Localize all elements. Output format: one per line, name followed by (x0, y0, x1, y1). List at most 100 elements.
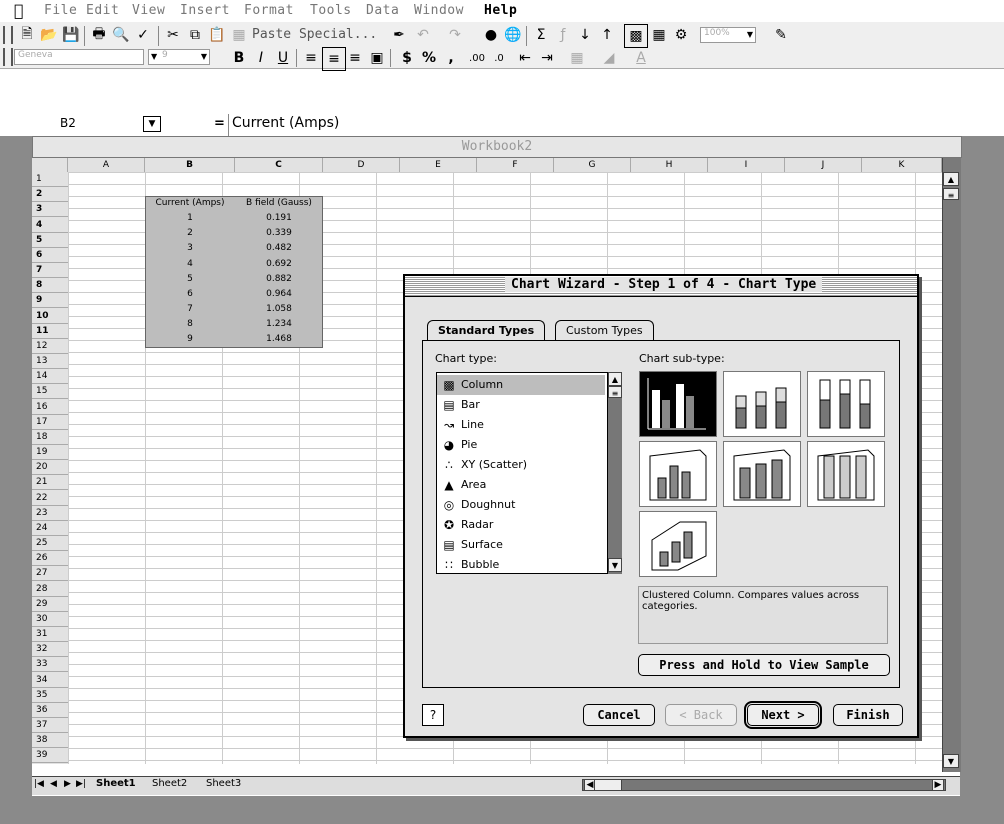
help-button[interactable]: ? (422, 704, 444, 726)
print-icon[interactable]: 🖶 (88, 24, 110, 46)
new-document-icon[interactable]: 🗎 (16, 24, 38, 46)
toolbar-grip[interactable] (3, 48, 13, 66)
font-select[interactable]: Geneva (14, 49, 144, 65)
row-header[interactable]: 33 (32, 657, 68, 673)
finish-button[interactable]: Finish (833, 704, 903, 726)
spelling-check-icon[interactable]: ✓ (132, 24, 154, 46)
menu-view[interactable]: View (132, 3, 165, 18)
sheet-tab-sheet1[interactable]: Sheet1 (96, 778, 136, 789)
sheet-tab-sheet2[interactable]: Sheet2 (152, 778, 187, 789)
chart-type-area[interactable]: ▲ Area (437, 475, 605, 495)
row-header[interactable]: 25 (32, 536, 68, 552)
column-header[interactable]: I (708, 158, 785, 172)
map-icon[interactable]: ⚙ (670, 24, 692, 46)
row-header[interactable]: 13 (32, 354, 68, 370)
row-header[interactable]: 21 (32, 475, 68, 491)
menu-window[interactable]: Window (414, 3, 464, 18)
row-header[interactable]: 19 (32, 445, 68, 461)
align-left-icon[interactable]: ≡ (300, 47, 322, 69)
zoom-select[interactable]: 100% ▼ (700, 27, 756, 43)
first-sheet-icon[interactable]: |◀ (34, 779, 44, 789)
row-header[interactable]: 36 (32, 703, 68, 718)
borders-icon[interactable]: ▦ (566, 47, 588, 69)
chart-type-line[interactable]: ↝ Line (437, 415, 605, 435)
dialog-title-bar[interactable]: Chart Wizard - Step 1 of 4 - Chart Type (405, 276, 917, 297)
subtype-3d-column[interactable] (639, 511, 717, 577)
cell-bfield[interactable]: 1.468 (235, 333, 323, 345)
align-center-icon[interactable]: ≡ (322, 47, 346, 71)
horizontal-scroll-thumb[interactable] (594, 779, 622, 791)
row-header[interactable]: 24 (32, 521, 68, 536)
cell-current[interactable]: 6 (145, 288, 235, 300)
drawing-icon[interactable]: ▦ (648, 24, 670, 46)
chart-type-scatter[interactable]: ∴ XY (Scatter) (437, 455, 605, 475)
toolbar-grip[interactable] (3, 26, 13, 44)
paste-function-icon[interactable]: ƒ (552, 24, 574, 46)
chart-type-column[interactable]: ▩ Column (437, 375, 605, 395)
subtype-clustered-column[interactable] (639, 371, 717, 437)
column-header[interactable]: D (323, 158, 400, 172)
cell-b2[interactable]: Current (Amps) (145, 197, 235, 209)
cell-bfield[interactable]: 0.964 (235, 288, 323, 300)
chart-type-bubble[interactable]: ∷ Bubble (437, 555, 605, 575)
row-header[interactable]: 17 (32, 415, 68, 430)
currency-icon[interactable]: $ (396, 47, 418, 69)
autosum-sigma-icon[interactable]: Σ (530, 24, 552, 46)
chart-type-list-scrollbar[interactable]: ▲ ≡ ▼ (607, 372, 622, 574)
cell-current[interactable]: 7 (145, 303, 235, 315)
menu-data[interactable]: Data (366, 3, 399, 18)
percent-icon[interactable]: % (418, 47, 440, 69)
row-header[interactable]: 31 (32, 627, 68, 643)
scroll-thumb[interactable]: ≡ (943, 188, 959, 200)
align-right-icon[interactable]: ≡ (344, 47, 366, 69)
row-header[interactable]: 11 (32, 324, 68, 339)
row-header[interactable]: 26 (32, 551, 68, 567)
row-header[interactable]: 5 (32, 233, 68, 248)
chart-type-surface[interactable]: ▤ Surface (437, 535, 605, 555)
chart-wizard-icon[interactable]: ▩ (624, 24, 648, 48)
column-header[interactable]: C (235, 158, 323, 172)
menu-edit[interactable]: Edit (86, 3, 119, 18)
prev-sheet-icon[interactable]: ◀ (50, 779, 57, 789)
cell-current[interactable]: 9 (145, 333, 235, 345)
office-assistant-icon[interactable]: ✎ (770, 24, 792, 46)
cell-bfield[interactable]: 0.882 (235, 273, 323, 285)
chart-type-radar[interactable]: ✪ Radar (437, 515, 605, 535)
next-sheet-icon[interactable]: ▶ (64, 779, 71, 789)
scroll-thumb[interactable]: ≡ (608, 386, 622, 398)
scroll-up-icon[interactable]: ▲ (943, 172, 959, 186)
row-header[interactable]: 15 (32, 384, 68, 400)
open-folder-icon[interactable]: 📂 (38, 24, 60, 46)
row-header[interactable]: 6 (32, 248, 68, 263)
cell-bfield[interactable]: 1.058 (235, 303, 323, 315)
row-header[interactable]: 39 (32, 748, 68, 764)
scroll-down-icon[interactable]: ▼ (943, 754, 959, 768)
sort-ascending-icon[interactable]: ↓ (574, 24, 596, 46)
next-button[interactable]: Next > (744, 701, 822, 729)
row-header[interactable]: 28 (32, 582, 68, 597)
cancel-button[interactable]: Cancel (583, 704, 655, 726)
horizontal-scrollbar[interactable] (582, 779, 946, 791)
chart-type-pie[interactable]: ◕ Pie (437, 435, 605, 455)
row-header[interactable]: 29 (32, 597, 68, 612)
cell-bfield[interactable]: 0.191 (235, 212, 323, 224)
select-all-corner[interactable] (32, 158, 68, 172)
merge-center-icon[interactable]: ▣ (366, 47, 388, 69)
menu-format[interactable]: Format (244, 3, 294, 18)
sheet-tab-sheet3[interactable]: Sheet3 (206, 778, 241, 789)
cell-current[interactable]: 8 (145, 318, 235, 330)
save-disk-icon[interactable]: 💾 (60, 24, 82, 46)
italic-icon[interactable]: I (250, 47, 272, 69)
row-header[interactable]: 37 (32, 718, 68, 734)
underline-icon[interactable]: U (272, 47, 294, 69)
column-header[interactable]: E (400, 158, 477, 172)
row-header[interactable]: 23 (32, 506, 68, 521)
font-size-select[interactable]: ▼ 9 ▼ (148, 49, 210, 65)
row-header[interactable]: 32 (32, 642, 68, 658)
scroll-down-icon[interactable]: ▼ (608, 558, 622, 572)
menu-insert[interactable]: Insert (180, 3, 230, 18)
cut-scissors-icon[interactable]: ✂ (162, 24, 184, 46)
cell-current[interactable]: 2 (145, 227, 235, 239)
row-header[interactable]: 12 (32, 339, 68, 354)
last-sheet-icon[interactable]: ▶| (76, 779, 86, 789)
